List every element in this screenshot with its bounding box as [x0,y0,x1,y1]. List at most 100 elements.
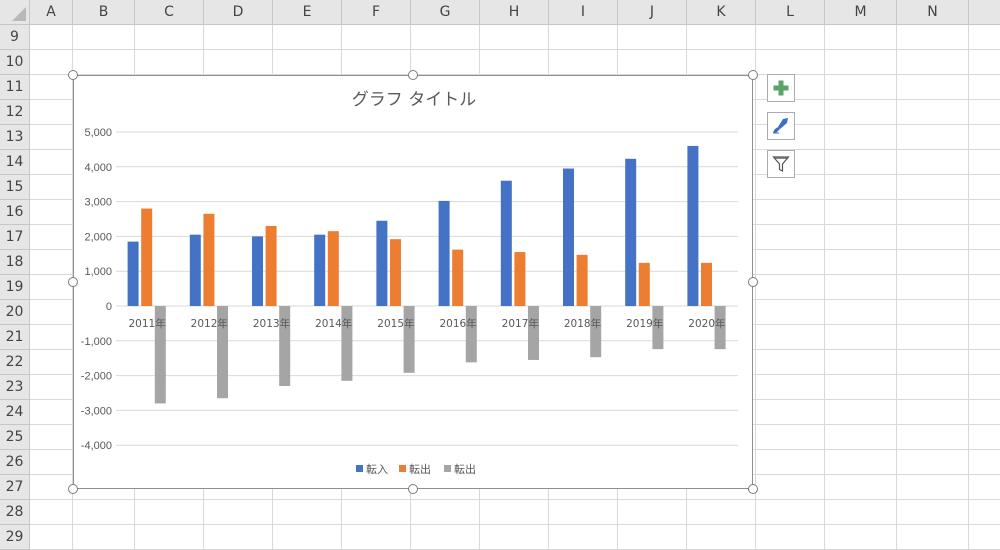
y-tick-label: 0 [106,301,112,313]
resize-handle-bottom[interactable] [408,484,418,494]
column-header-o[interactable] [969,0,1000,25]
row-header-9[interactable]: 9 [0,25,30,50]
column-header-f[interactable]: F [342,0,411,25]
row-header-29[interactable]: 29 [0,525,30,550]
bar-series-2[interactable] [701,262,712,306]
row-header-22[interactable]: 22 [0,350,30,375]
row-header-18[interactable]: 18 [0,250,30,275]
category-label: 2014年 [315,317,352,330]
bar-series-2[interactable] [141,208,153,306]
resize-handle-bottom-right[interactable] [748,484,758,494]
row-header-12[interactable]: 12 [0,100,30,125]
bar-series-2[interactable] [390,239,401,306]
bar-series-1[interactable] [438,200,450,306]
funnel-icon [772,156,790,172]
row-header-19[interactable]: 19 [0,275,30,300]
category-label: 2011年 [128,317,165,330]
resize-handle-left[interactable] [68,277,78,287]
resize-handle-bottom-left[interactable] [68,484,78,494]
row-header-14[interactable]: 14 [0,150,30,175]
select-all-corner[interactable] [0,0,30,25]
bar-series-2[interactable] [203,213,215,306]
category-labels: 2011年 2012年 2013年 2014年 2015年 2016年 2017年 2018年… [128,317,725,330]
category-label: 2015年 [377,317,414,330]
row-header-17[interactable]: 17 [0,225,30,250]
row-header-21[interactable]: 21 [0,325,30,350]
category-label: 2018年 [564,317,601,330]
bar-series-1[interactable] [189,234,201,306]
column-header-d[interactable]: D [204,0,273,25]
resize-handle-top-left[interactable] [68,70,78,80]
legend-entry-3[interactable]: 転出 [454,462,476,476]
y-tick-label: 1,000 [84,266,112,278]
row-header-24[interactable]: 24 [0,400,30,425]
column-header-m[interactable]: M [825,0,897,25]
row-header-28[interactable]: 28 [0,500,30,525]
brush-icon [773,118,788,134]
bar-series-2[interactable] [327,231,339,306]
category-label: 2016年 [439,317,476,330]
chart-title[interactable]: グラフ タイトル [352,90,476,110]
column-header-j[interactable]: J [618,0,687,25]
row-header-23[interactable]: 23 [0,375,30,400]
legend-entry-1[interactable]: 転入 [366,463,388,476]
legend-swatch [356,465,363,472]
chart-legend[interactable]: 転入 転出 転出 [356,462,476,476]
y-tick-label: 4,000 [84,162,112,174]
resize-handle-top[interactable] [408,70,418,80]
bar-series-1[interactable] [563,168,574,306]
bar-series-2[interactable] [576,254,588,306]
column-header-n[interactable]: N [897,0,969,25]
category-label: 2020年 [688,317,725,330]
bar-series-2[interactable] [514,252,526,306]
chart-styles-button[interactable] [767,112,795,140]
bar-series-1[interactable] [314,234,326,306]
y-tick-label: 3,000 [84,197,112,209]
bar-series-3[interactable] [590,306,602,358]
column-header-k[interactable]: K [687,0,756,25]
bar-series-1[interactable] [376,220,388,306]
bar-series-2[interactable] [265,225,277,306]
category-label: 2017年 [502,317,539,330]
column-gridline [968,25,969,550]
bar-series-1[interactable] [500,180,512,306]
row-header-15[interactable]: 15 [0,175,30,200]
row-header-10[interactable]: 10 [0,50,30,75]
column-header-h[interactable]: H [480,0,549,25]
row-header-27[interactable]: 27 [0,475,30,500]
bar-series-3[interactable] [403,306,415,373]
row-header-25[interactable]: 25 [0,425,30,450]
bar-series-2[interactable] [638,262,650,306]
row-header-26[interactable]: 26 [0,450,30,475]
bar-series-1[interactable] [625,158,637,306]
row-header-20[interactable]: 20 [0,300,30,325]
column-header-b[interactable]: B [73,0,135,25]
row-gridline [30,499,1000,500]
column-header-l[interactable]: L [756,0,825,25]
column-gridline [896,25,897,550]
column-header-a[interactable]: A [30,0,73,25]
bar-series-1[interactable] [687,145,699,306]
bar-series-1[interactable] [252,236,263,306]
row-header-11[interactable]: 11 [0,75,30,100]
bar-series-3[interactable] [465,306,477,363]
resize-handle-top-right[interactable] [748,70,758,80]
column-header-e[interactable]: E [273,0,342,25]
row-header-13[interactable]: 13 [0,125,30,150]
legend-entry-2[interactable]: 転出 [409,462,431,476]
resize-handle-right[interactable] [748,277,758,287]
column-header-i[interactable]: I [549,0,618,25]
chart-object[interactable]: グラフ タイトル 5,000 4,000 3,000 2,000 1,000 0 -1,00… [73,75,753,489]
y-tick-label: -4,000 [81,440,112,452]
chart-elements-button[interactable] [767,74,795,102]
row-header-16[interactable]: 16 [0,200,30,225]
column-header-c[interactable]: C [135,0,204,25]
bar-series-2[interactable] [452,249,464,306]
bar-series-3[interactable] [528,306,539,360]
chart-filters-button[interactable] [767,150,795,178]
y-axis-labels: 5,000 4,000 3,000 2,000 1,000 0 -1,000 -2,000 -3… [81,127,112,452]
column-header-g[interactable]: G [411,0,480,25]
bar-series-1[interactable] [127,241,139,306]
row-gridline [30,49,1000,50]
row-gridline [30,524,1000,525]
